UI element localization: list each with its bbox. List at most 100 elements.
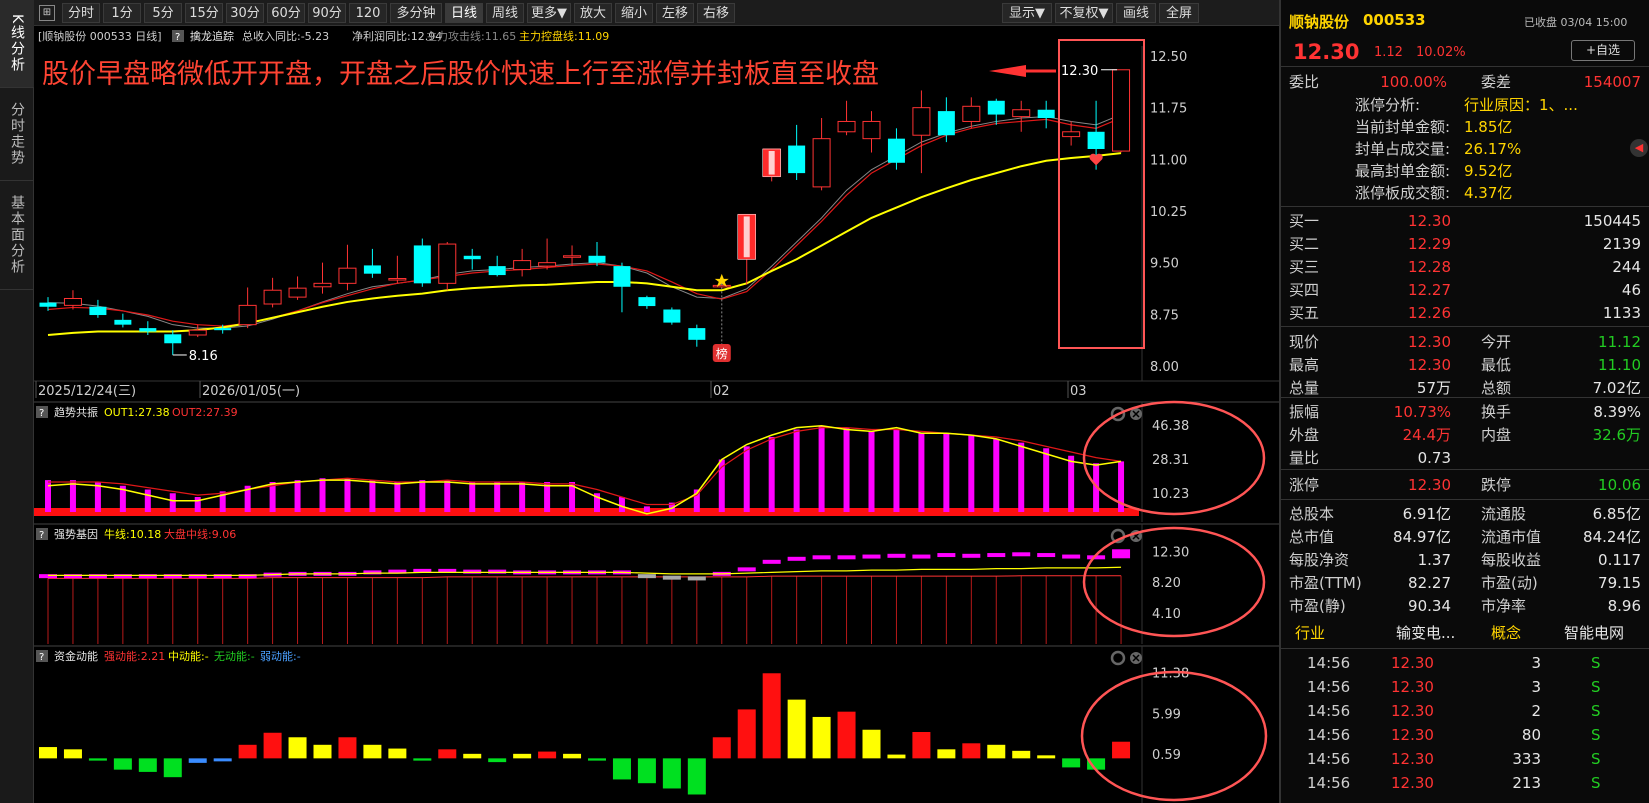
- bid-label: 买二: [1289, 235, 1320, 253]
- fund-label: 市净率: [1481, 597, 1527, 615]
- toolbar-btn-15[interactable]: 右移: [697, 3, 735, 23]
- trend-bar: [194, 497, 201, 512]
- toolbar-btn-14[interactable]: 左移: [656, 3, 694, 23]
- low-label: 8.16: [189, 349, 218, 364]
- gene-block: [113, 574, 132, 579]
- candle-body: [563, 255, 582, 258]
- trend-bar: [1043, 448, 1050, 512]
- gene-block: [862, 554, 881, 559]
- nav-item-0[interactable]: K线分析: [0, 0, 34, 89]
- tick-side: S: [1591, 702, 1601, 720]
- concept-label: 概念: [1491, 624, 1522, 642]
- toolbar-btn-11[interactable]: 更多▼: [527, 3, 571, 23]
- limit-down-value: 10.06: [1598, 476, 1641, 494]
- bid-price: 12.26: [1408, 304, 1451, 322]
- nav-item-label: 基本面分析: [9, 195, 25, 276]
- stat-label: 外盘: [1289, 426, 1320, 444]
- expand-icon[interactable]: ⊞: [39, 5, 55, 21]
- tick-price: 12.30: [1391, 774, 1434, 792]
- fund-bar: [588, 758, 606, 761]
- toolbar-btn-10[interactable]: 周线: [486, 3, 524, 23]
- fund-bar: [937, 749, 956, 759]
- candle-body: [812, 138, 831, 188]
- fund-bar: [513, 753, 532, 759]
- nav-item-1[interactable]: 分时走势: [0, 88, 34, 182]
- toolbar-btn-2[interactable]: 5分: [144, 3, 182, 23]
- fund-bar: [288, 737, 307, 759]
- toolbar-btn-8[interactable]: 多分钟: [390, 3, 442, 23]
- toolbar-btn-4[interactable]: 30分: [226, 3, 264, 23]
- fund-bar: [637, 758, 656, 784]
- toolbar-right-btn-3[interactable]: 全屏: [1159, 3, 1199, 23]
- trend-bar: [618, 497, 625, 512]
- add-watchlist-button[interactable]: +自选: [1571, 40, 1635, 61]
- gene-block: [213, 574, 232, 579]
- candle-body: [912, 107, 931, 136]
- fund-bar: [388, 748, 407, 759]
- gene-block: [488, 569, 507, 574]
- legend-none: 无动能:-: [214, 649, 255, 663]
- gene-block: [138, 574, 157, 579]
- limit-analysis-row: 涨停板成交额: 4.37亿: [1281, 182, 1649, 205]
- fund-bar: [787, 699, 806, 759]
- collapse-arrow-icon[interactable]: ◀: [1630, 139, 1648, 157]
- fund-bar: [1062, 758, 1081, 768]
- toolbar-btn-13[interactable]: 缩小: [615, 3, 653, 23]
- bid-price: 12.30: [1408, 212, 1451, 230]
- tick-row: 14:56 12.30 3 S: [1281, 652, 1649, 675]
- bid-row: 买一 12.30 150445: [1281, 210, 1649, 233]
- chart-svg[interactable]: [顺钠股份 000533 日线]? 擒龙追踪 总收入同比:-5.23 净利润同比:12…: [34, 26, 1279, 803]
- concept-value: 智能电网: [1564, 624, 1625, 642]
- limit-up-candle-highlight: [743, 216, 750, 258]
- fund-label: 市盈(TTM): [1289, 574, 1362, 592]
- indicator-name: 擒龙追踪: [190, 29, 234, 43]
- toolbar-right-btn-2[interactable]: 画线: [1116, 3, 1156, 23]
- subpanel-bg: [34, 646, 1279, 803]
- fund-value: 0.117: [1598, 551, 1641, 569]
- candle-body: [788, 145, 806, 174]
- toolbar-btn-3[interactable]: 15分: [185, 3, 223, 23]
- stat-value: 10.73%: [1393, 403, 1451, 421]
- axis-tick: 46.38: [1152, 419, 1189, 434]
- gene-block: [762, 559, 781, 564]
- toolbar-btn-9[interactable]: 日线: [445, 3, 483, 23]
- chart-area[interactable]: [顺钠股份 000533 日线]? 擒龙追踪 总收入同比:-5.23 净利润同比:12…: [34, 26, 1279, 803]
- trend-bar: [993, 438, 1000, 512]
- fund-value: 1.37: [1417, 551, 1451, 569]
- toolbar-btn-6[interactable]: 90分: [308, 3, 346, 23]
- nav-item-2[interactable]: 基本面分析: [0, 181, 34, 291]
- gene-block: [687, 576, 706, 581]
- candle-body: [164, 334, 182, 344]
- toolbar-btn-1[interactable]: 1分: [103, 3, 141, 23]
- candle-body: [463, 255, 481, 260]
- toolbar-right-btn-0[interactable]: 显示▼: [1002, 3, 1052, 23]
- fund-bar: [263, 732, 282, 759]
- toolbar-right-btn-1[interactable]: 不复权▼: [1055, 3, 1113, 23]
- toolbar-btn-0[interactable]: 分时: [62, 3, 100, 23]
- bang-badge-label: 榜: [716, 346, 728, 361]
- date-label: 02: [713, 384, 730, 399]
- stat-label: 换手: [1481, 403, 1512, 421]
- legend-out2: OUT2:27.39: [172, 406, 238, 419]
- sep: [1281, 648, 1649, 649]
- toolbar-btn-5[interactable]: 60分: [267, 3, 305, 23]
- candle-body: [313, 282, 332, 288]
- webi-label: 委比: [1289, 73, 1320, 91]
- toolbar-btn-7[interactable]: 120分: [349, 3, 387, 41]
- gene-block: [662, 575, 681, 580]
- bid-volume: 150445: [1583, 212, 1641, 230]
- trend-bar: [643, 506, 650, 512]
- limit-analysis-value: 9.52亿: [1464, 162, 1513, 180]
- indicator-item3: 主力攻击线:11.65: [426, 29, 516, 43]
- axis-tick: 0.59: [1152, 748, 1181, 763]
- limit-analysis-value: 1.85亿: [1464, 118, 1513, 136]
- fund-bar: [438, 749, 457, 759]
- fund-bar: [113, 758, 132, 770]
- sep: [1281, 206, 1649, 207]
- fund-row: 每股净资 1.37 每股收益 0.117: [1281, 549, 1649, 572]
- price-pct: 10.02%: [1416, 45, 1466, 60]
- fund-bar: [1112, 741, 1131, 759]
- candle-body: [39, 302, 57, 307]
- tick-time: 14:56: [1307, 726, 1351, 744]
- toolbar-btn-12[interactable]: 放大: [574, 3, 612, 23]
